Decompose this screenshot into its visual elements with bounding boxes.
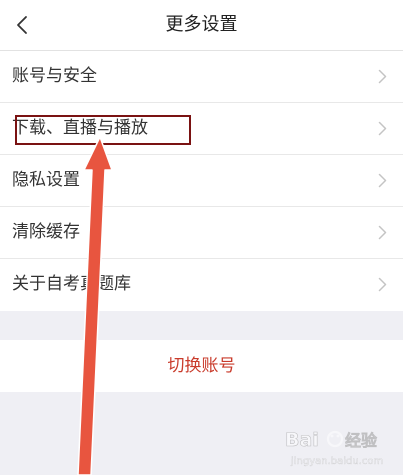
svg-text:Bai: Bai [285, 429, 319, 451]
nav-bar: 更多设置 [0, 0, 403, 51]
svg-text:jingyan.baidu.com: jingyan.baidu.com [290, 456, 383, 467]
switch-account-button[interactable]: 切换账号 [0, 355, 403, 377]
settings-item-privacy[interactable]: 隐私设置 [0, 155, 403, 207]
chevron-right-icon [378, 225, 387, 240]
settings-item-account-security[interactable]: 账号与安全 [0, 51, 403, 103]
baidu-jingyan-watermark-icon: Bai 经验 jingyan.baidu.com [285, 429, 384, 467]
chevron-right-icon [378, 69, 387, 84]
switch-account-section: 切换账号 [0, 340, 403, 392]
settings-item-label: 清除缓存 [12, 222, 80, 242]
settings-item-label: 下载、直播与播放 [12, 118, 148, 138]
settings-item-about[interactable]: 关于自考真题库 [0, 259, 403, 311]
page-title: 更多设置 [165, 14, 238, 35]
settings-item-clear-cache[interactable]: 清除缓存 [0, 207, 403, 259]
settings-item-label: 关于自考真题库 [12, 274, 131, 294]
settings-screen: 更多设置 账号与安全 下载、直播与播放 隐私设置 清除缓存 关于自考真题库 切换… [0, 0, 403, 475]
chevron-right-icon [378, 121, 387, 136]
svg-text:经验: 经验 [345, 431, 378, 450]
settings-item-label: 隐私设置 [12, 170, 80, 190]
chevron-right-icon [378, 277, 387, 292]
chevron-right-icon [378, 173, 387, 188]
settings-item-download-live-playback[interactable]: 下载、直播与播放 [0, 103, 403, 155]
settings-list: 账号与安全 下载、直播与播放 隐私设置 清除缓存 关于自考真题库 [0, 51, 403, 311]
settings-item-label: 账号与安全 [12, 66, 97, 86]
